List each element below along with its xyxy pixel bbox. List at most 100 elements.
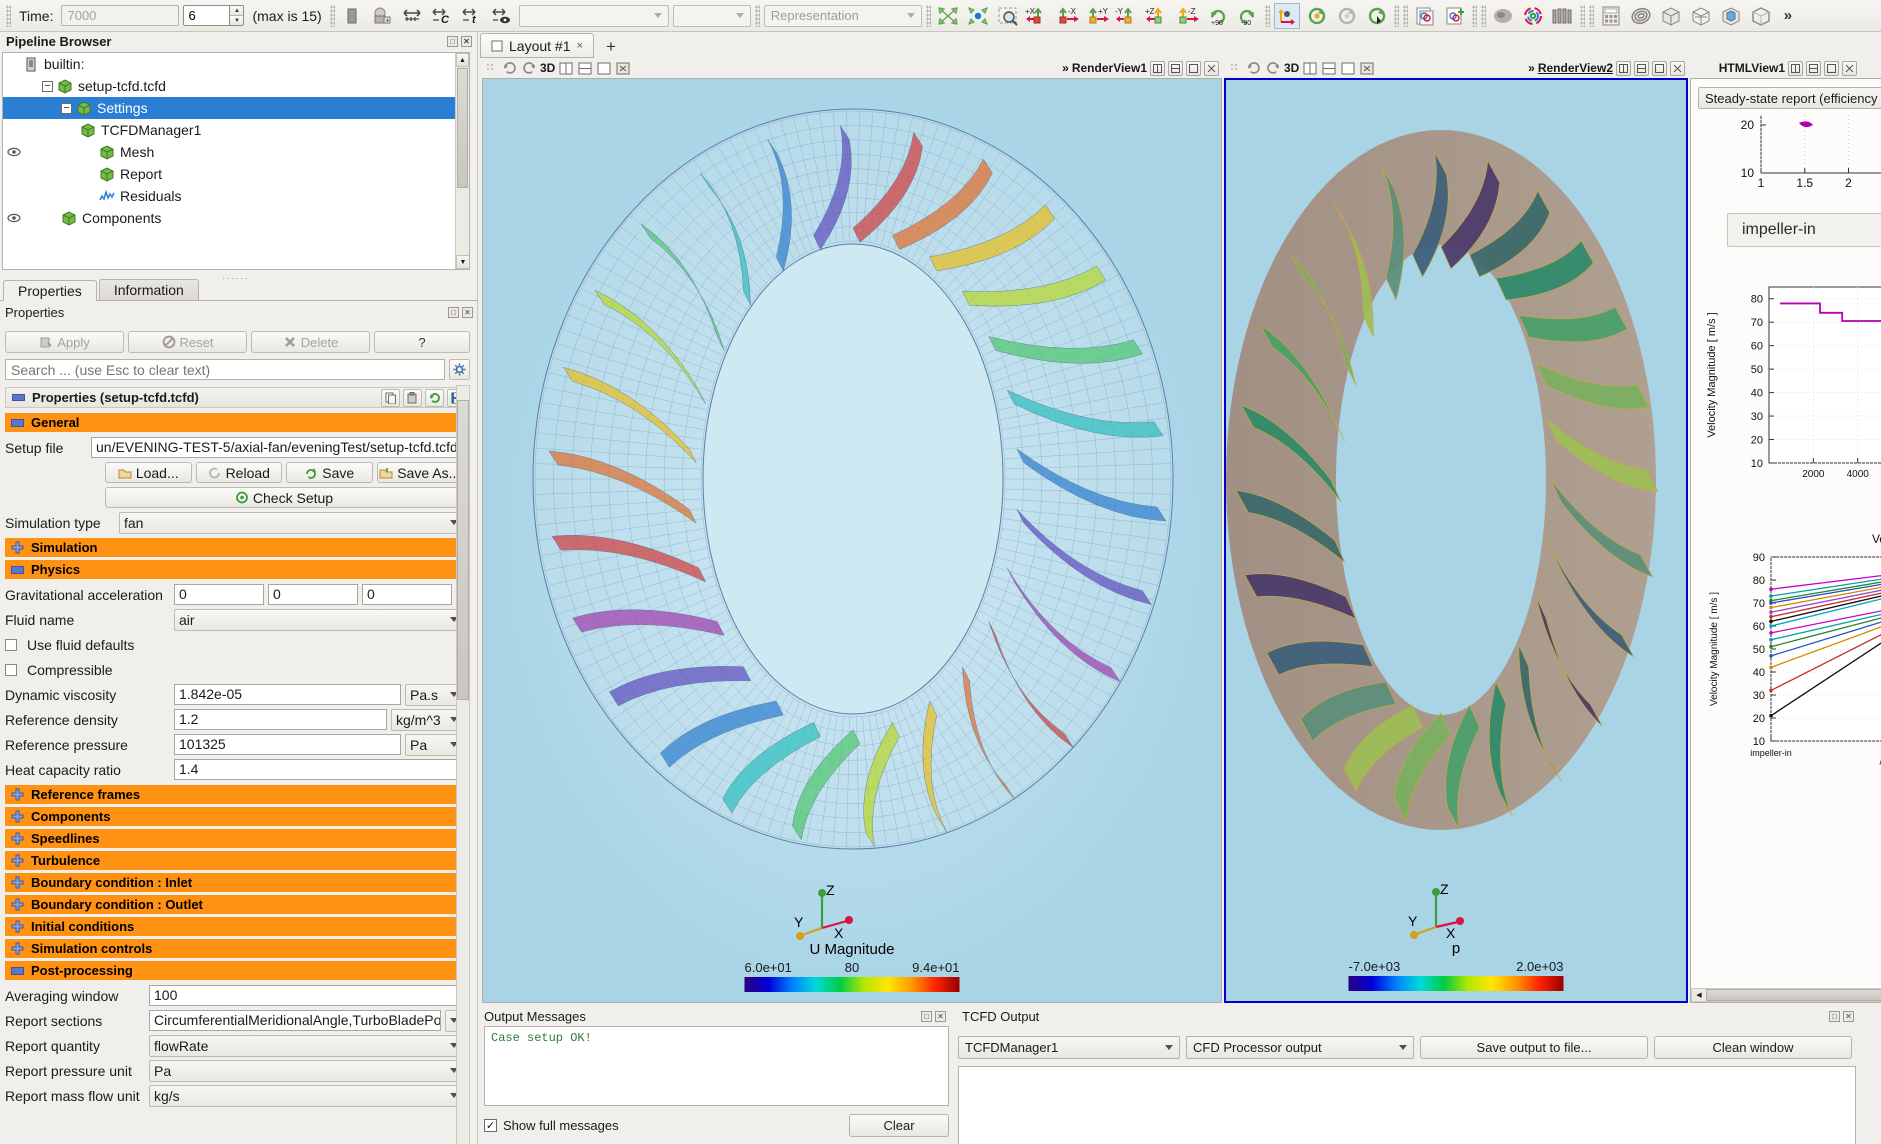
setup-file-input[interactable]: un/EVENING-TEST-5/axial-fan/eveningTest/… (91, 437, 463, 458)
plus-z-icon[interactable]: +Z (1145, 3, 1171, 29)
section-general[interactable]: General (5, 413, 463, 432)
search-options-button[interactable] (449, 359, 470, 380)
toolbar-grip-10[interactable] (1579, 4, 1585, 27)
rv1-close-view-icon[interactable] (615, 60, 631, 76)
hscroll-thumb[interactable] (1706, 989, 1881, 1001)
rv1-split-v-icon[interactable] (577, 60, 593, 76)
array-combo-2[interactable] (672, 4, 751, 27)
render-surface-icon[interactable] (1490, 3, 1516, 29)
pipeline-item-components[interactable]: Components (3, 207, 469, 229)
pipeline-item-setup-tcfd-tcfd[interactable]: − setup-tcfd.tcfd (3, 75, 469, 97)
hscroll-left-icon[interactable]: ◀ (1692, 989, 1706, 1001)
report-select-combo[interactable]: Steady-state report (efficiency probe 1) (1698, 87, 1881, 109)
hv-maximize-button[interactable] (1824, 60, 1839, 76)
rv2-maximize-icon[interactable] (1340, 60, 1356, 76)
minus-z-icon[interactable]: -Z (1175, 3, 1201, 29)
heat-capacity-input[interactable]: 1.4 (174, 759, 463, 780)
fluid-name-combo[interactable]: air (174, 608, 463, 631)
array-combo-1[interactable] (518, 4, 669, 27)
rv2-split-v-button[interactable] (1634, 60, 1649, 76)
scroll-down-icon[interactable]: ▼ (456, 255, 469, 269)
visibility-eye-icon[interactable] (5, 212, 23, 224)
section-post-processing[interactable]: Post-processing (5, 961, 463, 980)
clear-messages-button[interactable]: Clear (849, 1113, 949, 1137)
slice-stack-icon[interactable] (1550, 3, 1576, 29)
copy-screenshot-icon[interactable] (1412, 3, 1438, 29)
tree-expander[interactable]: − (42, 80, 53, 92)
section-components[interactable]: Components (5, 807, 463, 826)
reset-camera-icon[interactable] (935, 3, 961, 29)
plus-x-icon[interactable]: +X (1025, 3, 1051, 29)
toolbar-grip[interactable] (6, 4, 11, 27)
tcfd-manager-combo[interactable]: TCFDManager1 (958, 1036, 1180, 1059)
toolbar-grip-9[interactable] (1480, 4, 1486, 27)
plus-y-icon[interactable]: +Y (1085, 3, 1111, 29)
gravity-y-input[interactable]: 0 (268, 584, 358, 605)
ruler-eye-icon[interactable] (489, 3, 515, 29)
section-speedlines[interactable]: Speedlines (5, 829, 463, 848)
rv1-grip-icon[interactable] (483, 60, 499, 76)
save-output-button[interactable]: Save output to file... (1420, 1036, 1648, 1059)
section-simulation[interactable]: Simulation (5, 538, 463, 557)
rv1-maximize-button[interactable] (1186, 60, 1201, 76)
pipeline-item-mesh[interactable]: Mesh (3, 141, 469, 163)
pipeline-tree[interactable]: builtin: − setup-tcfd.tcfd − Settings TCFDMan… (2, 52, 470, 270)
properties-group-header[interactable]: Properties (setup-tcfd.tcfd) (5, 387, 470, 408)
loop-icon[interactable] (1304, 3, 1330, 29)
toolbar-grip-2[interactable] (329, 4, 335, 27)
render-view-2[interactable]: Z X Y p -7.0e+03 2.0e+03 (1224, 78, 1688, 1003)
reference-pressure-input[interactable]: 101325 (174, 734, 401, 755)
representation-combo[interactable]: Representation (763, 4, 922, 27)
threshold-icon[interactable] (1718, 3, 1744, 29)
save-as-button[interactable]: Save As... (376, 462, 463, 483)
toolbar-grip-3[interactable] (754, 4, 760, 27)
pipeline-item-settings[interactable]: − Settings (3, 97, 469, 119)
delete-button[interactable]: Delete (251, 331, 370, 353)
use-fluid-defaults-checkbox[interactable] (5, 638, 17, 651)
averaging-window-input[interactable]: 100 (149, 985, 463, 1006)
calculator-icon[interactable] (1598, 3, 1624, 29)
report-hscrollbar[interactable]: ◀ ▶ (1691, 988, 1881, 1002)
dynamic-viscosity-input[interactable]: 1.842e-05 (174, 684, 401, 705)
vcr-stop-icon[interactable] (339, 3, 365, 29)
properties-scrollbar[interactable] (456, 385, 470, 1144)
toolbar-grip-7[interactable] (1402, 4, 1408, 27)
zoom-to-box-icon[interactable] (995, 3, 1021, 29)
tcfd-output-box[interactable] (958, 1066, 1856, 1144)
html-report-view[interactable]: Steady-state report (efficiency probe 1)… (1690, 78, 1881, 1003)
reload-button[interactable]: Reload (195, 462, 282, 483)
section-reference-frames[interactable]: Reference frames (5, 785, 463, 804)
pipeline-item-builtin[interactable]: builtin: (3, 53, 469, 75)
reset-button[interactable]: Reset (128, 331, 247, 353)
minus-y-icon[interactable]: -Y (1115, 3, 1141, 29)
extract-icon[interactable] (1748, 3, 1774, 29)
output-messages-box[interactable]: Case setup OK! (484, 1026, 949, 1106)
pipeline-float-icon[interactable]: □ (447, 36, 458, 47)
section-simulation-controls[interactable]: Simulation controls (5, 939, 463, 958)
spin-down-icon[interactable]: ▼ (230, 16, 244, 25)
render-view-1[interactable]: Z X Y U Magnitude 6.0e+01 80 9.4e+01 (482, 78, 1222, 1003)
minus-x-icon[interactable]: -X (1055, 3, 1081, 29)
pipeline-scrollbar[interactable]: ▲ ▼ (455, 53, 469, 269)
add-layout-button[interactable]: + (598, 36, 624, 58)
section-bc-inlet[interactable]: Boundary condition : Inlet (5, 873, 463, 892)
toolbar-grip-6[interactable] (1393, 4, 1399, 27)
camera-icon[interactable]: + (369, 3, 395, 29)
hv-close-button[interactable] (1842, 60, 1857, 76)
color-wheel-icon[interactable] (1520, 3, 1546, 29)
scroll-thumb[interactable] (457, 68, 468, 188)
cfd-processor-combo[interactable]: CFD Processor output (1186, 1036, 1414, 1059)
ruler-t-icon[interactable]: t (459, 3, 485, 29)
clip-icon[interactable] (1658, 3, 1684, 29)
rv1-split-h-button[interactable] (1150, 60, 1165, 76)
visibility-eye-icon[interactable] (5, 146, 23, 158)
rv2-split-v-icon[interactable] (1321, 60, 1337, 76)
ruler-c-icon[interactable]: C (429, 3, 455, 29)
rv2-split-h-icon[interactable] (1302, 60, 1318, 76)
rv2-maximize-button[interactable] (1652, 60, 1667, 76)
pipeline-item-report[interactable]: Report (3, 163, 469, 185)
help-button[interactable]: ? (374, 331, 470, 353)
report-sections-input[interactable]: CircumferentialMeridionalAngle,TurboBlad… (149, 1010, 441, 1031)
check-setup-button[interactable]: Check Setup (105, 487, 463, 508)
rv2-camera-undo-icon[interactable] (1246, 60, 1262, 76)
